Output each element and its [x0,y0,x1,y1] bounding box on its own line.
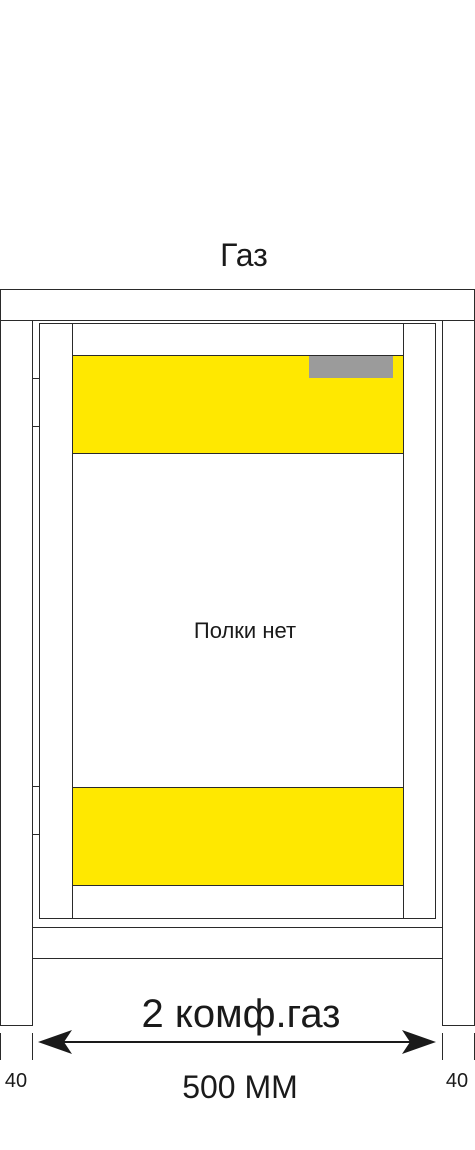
door-left-stile [39,323,73,919]
left-side-wall [0,320,33,1026]
shelf-note: Полки нет [194,618,296,643]
cabinet-label: 2 комф.газ [142,992,341,1036]
top-hinge [32,378,40,427]
drawer-handle [309,356,393,378]
side-left-dimension: 40 [5,1070,27,1092]
drawing-title: Газ [220,237,268,273]
door-right-stile [403,323,436,919]
width-dimension-label: 500 ММ [182,1069,298,1105]
plinth [32,927,443,959]
cabinet-drawing: Газ Полки нет 2 комф.газ 40 500 ММ 40 [0,237,475,1105]
bottom-drawer [72,787,404,886]
side-right-dimension: 40 [446,1070,468,1092]
bottom-hinge [32,786,40,835]
right-side-wall [442,320,475,1026]
countertop [0,289,475,321]
